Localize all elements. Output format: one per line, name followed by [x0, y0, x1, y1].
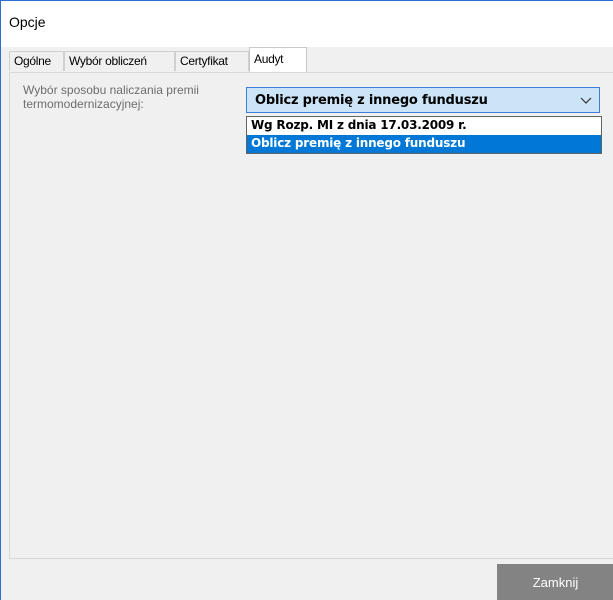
tab-certyfikat[interactable]: Certyfikat: [175, 51, 249, 71]
chevron-down-icon: [579, 93, 593, 107]
tab-strip: Ogólne Wybór obliczeń Certyfikat Audyt: [9, 47, 613, 73]
tab-audyt[interactable]: Audyt: [249, 47, 307, 73]
dropdown-option-inny-fundusz[interactable]: Oblicz premię z innego funduszu: [247, 135, 601, 153]
window-title: Opcje: [9, 14, 46, 30]
premium-method-label-line1: Wybór sposobu naliczania premii: [23, 83, 199, 97]
tab-wybor-obliczen[interactable]: Wybór obliczeń: [64, 51, 175, 71]
tab-ogolne[interactable]: Ogólne: [9, 51, 64, 71]
options-dialog: Opcje Ogólne Wybór obliczeń Certyfikat A…: [0, 0, 613, 600]
premium-method-dropdown-list: Wg Rozp. MI z dnia 17.03.2009 r. Oblicz …: [246, 116, 602, 154]
premium-method-label: Wybór sposobu naliczania premii termomod…: [23, 83, 243, 111]
premium-method-label-line2: termomodernizacyjnej:: [23, 97, 144, 111]
premium-method-select[interactable]: Oblicz premię z innego funduszu: [246, 87, 600, 113]
title-bar: Opcje: [1, 1, 613, 47]
premium-method-select-value: Oblicz premię z innego funduszu: [255, 93, 488, 108]
close-button[interactable]: Zamknij: [497, 564, 613, 600]
dropdown-option-rozp-mi[interactable]: Wg Rozp. MI z dnia 17.03.2009 r.: [247, 117, 601, 135]
